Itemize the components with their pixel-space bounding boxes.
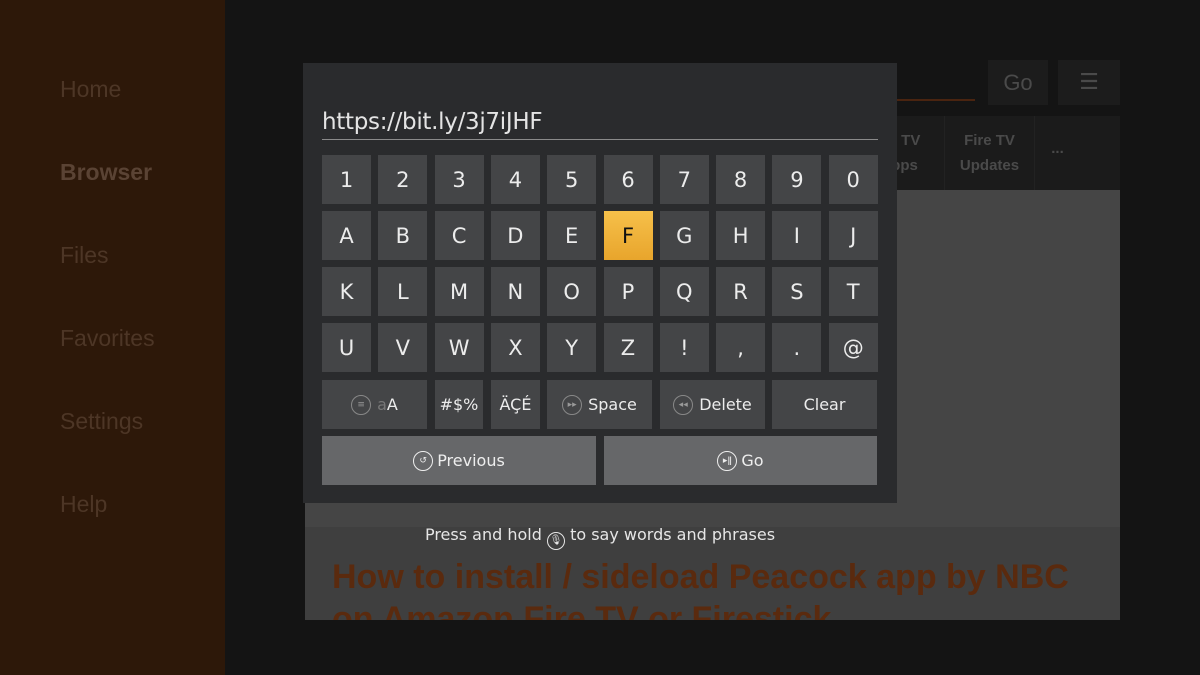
sidebar-item-help[interactable]: Help [60,491,107,518]
key-B[interactable]: B [378,211,428,260]
key-7[interactable]: 7 [659,155,709,204]
menu-icon: ≡ [351,394,372,415]
key-I[interactable]: I [772,211,822,260]
key-C[interactable]: C [434,211,484,260]
back-icon: ↺ [413,450,434,471]
tab-label: ... [1051,140,1064,157]
key-V[interactable]: V [378,323,428,372]
key-O[interactable]: O [547,267,597,316]
key-N[interactable]: N [490,267,540,316]
key-.[interactable]: . [772,323,822,372]
rewind-icon: ◂◂ [673,394,694,415]
play-pause-icon: ▸ǁ [717,450,738,471]
key-5[interactable]: 5 [547,155,597,204]
sidebar-item-browser[interactable]: Browser [60,159,152,186]
key-P[interactable]: P [603,267,653,316]
key-L[interactable]: L [378,267,428,316]
key-A[interactable]: A [322,211,371,260]
key-S[interactable]: S [772,267,822,316]
keyboard-dialog: https://bit.ly/3j7iJHF 1234567890ABCDEFG… [303,63,897,503]
symbols-key[interactable]: #$% [435,380,483,429]
hint-before: Press and hold [424,525,542,544]
sidebar-item-favorites[interactable]: Favorites [60,325,155,352]
key-M[interactable]: M [434,267,484,316]
key-![interactable]: ! [659,323,709,372]
key-1[interactable]: 1 [322,155,371,204]
key-2[interactable]: 2 [378,155,428,204]
key-F[interactable]: F [603,211,653,260]
key-Q[interactable]: Q [659,267,709,316]
case-toggle-key[interactable]: ≡ aA [322,380,427,429]
key-H[interactable]: H [716,211,766,260]
space-key[interactable]: ▸▸ Space [547,380,652,429]
key-9[interactable]: 9 [772,155,822,204]
key-8[interactable]: 8 [716,155,766,204]
key-U[interactable]: U [322,323,371,372]
key-G[interactable]: G [659,211,709,260]
key-R[interactable]: R [716,267,766,316]
sidebar: Home Browser Files Favorites Settings He… [0,0,225,675]
case-upper: A [386,395,398,414]
tab-fire-tv-updates[interactable]: Fire TV Updates [945,116,1035,190]
previous-label: Previous [437,451,505,470]
key-@[interactable]: @ [828,323,878,372]
key-6[interactable]: 6 [603,155,653,204]
key-3[interactable]: 3 [434,155,484,204]
delete-key[interactable]: ◂◂ Delete [660,380,765,429]
go-label: Go [741,451,764,470]
article-headline[interactable]: How to install / sideload Peacock app by… [332,556,1112,620]
key-W[interactable]: W [434,323,484,372]
case-lower: a [377,395,387,414]
key-K[interactable]: K [322,267,371,316]
delete-label: Delete [699,395,752,414]
key-D[interactable]: D [490,211,540,260]
key-Z[interactable]: Z [603,323,653,372]
key-Y[interactable]: Y [547,323,597,372]
hint-after: to say words and phrases [570,525,776,544]
key-4[interactable]: 4 [490,155,540,204]
clear-key[interactable]: Clear [772,380,877,429]
key-,[interactable]: , [716,323,766,372]
tab-label: Fire TV [964,132,1015,149]
tab-more[interactable]: ... [1035,116,1080,190]
url-input-underline [322,139,878,140]
previous-button[interactable]: ↺ Previous [322,436,596,485]
tab-label: Updates [959,157,1020,174]
hamburger-icon[interactable]: ☰ [1058,60,1120,105]
url-input[interactable]: https://bit.ly/3j7iJHF [322,109,543,135]
sidebar-item-home[interactable]: Home [60,76,121,103]
space-label: Space [588,395,637,414]
key-0[interactable]: 0 [828,155,878,204]
key-X[interactable]: X [490,323,540,372]
sidebar-item-settings[interactable]: Settings [60,408,143,435]
voice-hint: Press and hold 🎙 to say words and phrase… [0,525,1200,550]
key-T[interactable]: T [828,267,878,316]
sidebar-item-files[interactable]: Files [60,242,109,269]
fast-forward-icon: ▸▸ [562,394,583,415]
key-J[interactable]: J [828,211,878,260]
accents-key[interactable]: ÄÇÉ [491,380,540,429]
key-E[interactable]: E [547,211,597,260]
browser-go-button[interactable]: Go [988,60,1048,105]
microphone-icon: 🎙 [546,532,565,550]
go-button[interactable]: ▸ǁ Go [604,436,877,485]
